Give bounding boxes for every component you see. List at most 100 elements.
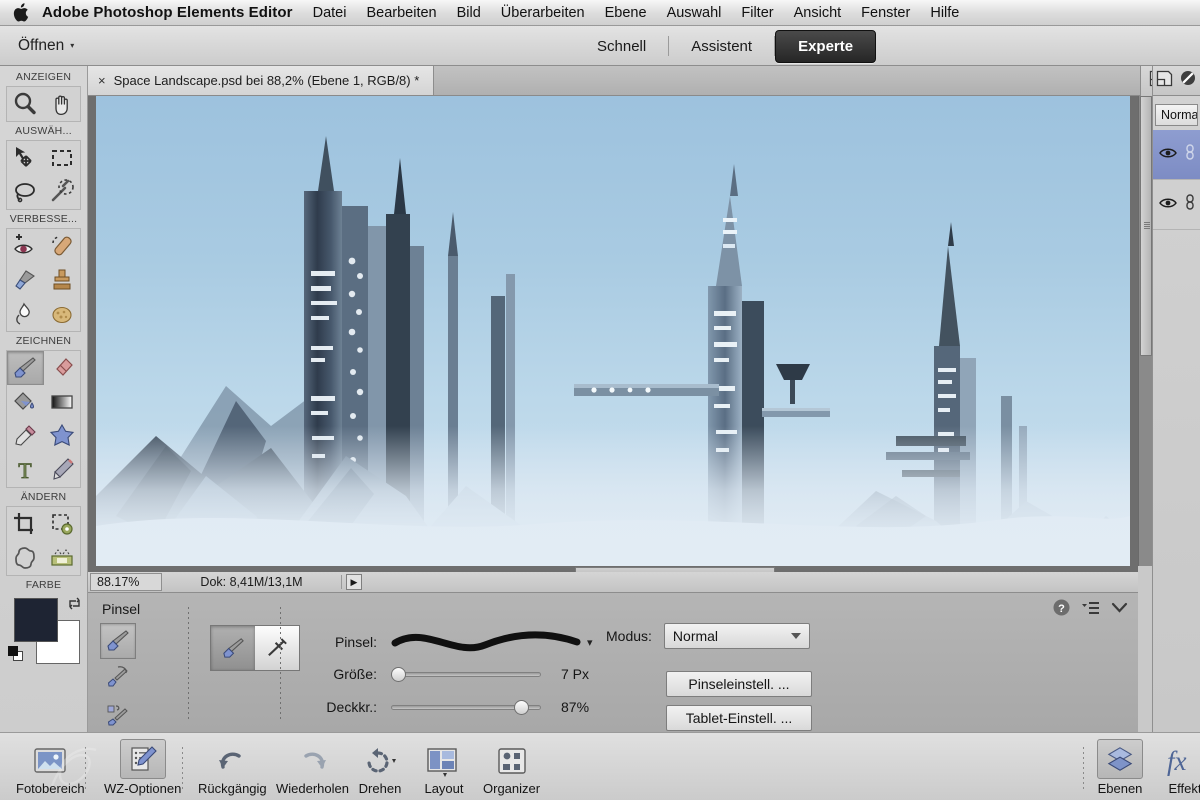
adjustment-layer-icon[interactable] — [1180, 70, 1197, 92]
brush-opacity-slider[interactable] — [391, 700, 541, 715]
effects-button[interactable]: fx Effekt — [1163, 739, 1200, 796]
brush-opacity-value: 87% — [561, 699, 590, 715]
layer-row[interactable] — [1153, 180, 1200, 230]
clone-stamp-tool[interactable] — [44, 263, 81, 297]
gradient-tool[interactable] — [44, 385, 81, 419]
smart-brush-tool[interactable] — [7, 263, 44, 297]
menu-item-ansicht[interactable]: Ansicht — [794, 5, 842, 21]
menu-item-bearbeiten[interactable]: Bearbeiten — [366, 5, 436, 21]
help-icon[interactable]: ? — [1053, 599, 1070, 621]
chevron-down-icon — [790, 633, 801, 639]
tab-assistent[interactable]: Assistent — [669, 31, 774, 62]
pencil-tool[interactable] — [44, 453, 81, 487]
layers-button[interactable]: Ebenen — [1097, 739, 1143, 796]
zoom-level-field[interactable]: 88.17% — [90, 573, 162, 591]
link-icon[interactable] — [1185, 143, 1195, 166]
brush-variants-group — [100, 623, 176, 733]
link-icon[interactable] — [1185, 193, 1195, 216]
chevron-down-icon[interactable] — [1111, 601, 1128, 619]
tool-options-label: WZ-Optionen — [104, 781, 182, 796]
organizer-button[interactable]: Organizer — [483, 739, 540, 796]
blend-mode-select[interactable]: Normal — [663, 623, 810, 649]
eraser-tool[interactable] — [44, 351, 81, 385]
brush-settings-button[interactable]: Pinseleinstell. ... — [666, 671, 812, 697]
magic-wand-tool[interactable] — [44, 175, 81, 209]
red-eye-tool[interactable] — [7, 229, 44, 263]
undo-button[interactable]: Rückgängig — [198, 739, 267, 796]
rotate-button[interactable]: Drehen — [358, 739, 402, 796]
photo-bin-button[interactable]: Fotobereich — [16, 739, 85, 796]
swap-colors-icon[interactable] — [67, 596, 82, 614]
brush-mode[interactable] — [211, 626, 255, 670]
reset-colors-icon[interactable] — [7, 646, 24, 662]
blur-tool[interactable] — [7, 297, 44, 331]
custom-shape-tool[interactable] — [44, 419, 81, 453]
slider-knob[interactable] — [391, 667, 406, 682]
color-replacement-brush-variant[interactable] — [100, 697, 136, 733]
open-button[interactable]: Öffnen ▾ — [18, 37, 74, 55]
mode-bar: Öffnen ▾ Schnell Assistent Experte — [0, 26, 1200, 66]
spot-healing-tool[interactable] — [44, 229, 81, 263]
artboard[interactable] — [96, 96, 1130, 566]
vertical-scrollbar-thumb[interactable] — [1140, 96, 1152, 356]
new-layer-icon[interactable] — [1156, 70, 1173, 92]
paint-bucket-icon — [12, 389, 38, 415]
rectangular-marquee-tool[interactable] — [44, 141, 81, 175]
eyedropper-tool[interactable] — [7, 419, 44, 453]
brush-preset-preview[interactable] — [391, 629, 581, 655]
menu-item-ueberarbeiten[interactable]: Überarbeiten — [501, 5, 585, 21]
vertical-scrollbar[interactable] — [1138, 96, 1152, 566]
tool-group-auswaehlen — [6, 140, 81, 210]
layout-button[interactable]: Layout — [423, 739, 465, 796]
cookie-cutter-tool[interactable] — [7, 541, 44, 575]
airbrush-mode[interactable] — [255, 626, 299, 670]
foreground-color-swatch[interactable] — [13, 598, 58, 642]
layer-row[interactable] — [1153, 130, 1200, 180]
recompose-tool[interactable] — [44, 507, 81, 541]
menu-item-auswahl[interactable]: Auswahl — [667, 5, 722, 21]
redo-button[interactable]: Wiederholen — [276, 739, 349, 796]
rotate-label: Drehen — [358, 781, 402, 796]
document-tab[interactable]: × Space Landscape.psd bei 88,2% (Ebene 1… — [88, 66, 435, 95]
tool-options-button[interactable]: WZ-Optionen — [104, 739, 181, 796]
brush-size-slider[interactable] — [391, 667, 541, 682]
menu-item-fenster[interactable]: Fenster — [861, 5, 910, 21]
layer-blend-mode-select[interactable]: Normal — [1155, 104, 1198, 126]
app-title: Adobe Photoshop Elements Editor — [42, 4, 293, 21]
zoom-tool[interactable] — [7, 87, 44, 121]
paint-bucket-tool[interactable] — [7, 385, 44, 419]
sponge-tool[interactable] — [44, 297, 81, 331]
document-size-info: Dok: 8,41M/13,1M — [162, 575, 342, 589]
eye-icon[interactable] — [1159, 196, 1177, 214]
tablet-settings-button[interactable]: Tablet-Einstell. ... — [666, 705, 812, 731]
menu-item-hilfe[interactable]: Hilfe — [930, 5, 959, 21]
bottom-task-bar: Fotobereich WZ-Optionen Rückgängig Wiede… — [0, 732, 1200, 800]
tool-options-icon — [119, 739, 166, 779]
layers-panel: Normal — [1152, 66, 1200, 732]
tab-schnell[interactable]: Schnell — [575, 31, 668, 62]
move-tool[interactable] — [7, 141, 44, 175]
canvas-area[interactable] — [88, 96, 1138, 566]
menu-item-ebene[interactable]: Ebene — [605, 5, 647, 21]
brush-variant[interactable] — [100, 623, 136, 659]
type-tool[interactable]: T — [7, 453, 44, 487]
menu-item-datei[interactable]: Datei — [313, 5, 347, 21]
eye-icon[interactable] — [1159, 146, 1177, 164]
magnifier-icon — [12, 91, 38, 117]
status-menu-arrow-icon[interactable]: ▶ — [346, 574, 362, 590]
apple-logo-icon[interactable] — [10, 2, 30, 24]
impressionist-brush-variant[interactable] — [100, 659, 136, 695]
healing-bandage-icon — [49, 233, 75, 259]
slider-knob[interactable] — [514, 700, 529, 715]
chevron-down-icon[interactable]: ▾ — [587, 636, 593, 649]
menu-item-bild[interactable]: Bild — [457, 5, 481, 21]
close-icon[interactable]: × — [98, 74, 106, 87]
straighten-tool[interactable] — [44, 541, 81, 575]
brush-tool[interactable] — [7, 351, 44, 385]
panel-menu-icon[interactable] — [1081, 601, 1100, 620]
lasso-tool[interactable] — [7, 175, 44, 209]
menu-item-filter[interactable]: Filter — [741, 5, 773, 21]
hand-tool[interactable] — [44, 87, 81, 121]
crop-tool[interactable] — [7, 507, 44, 541]
tab-experte[interactable]: Experte — [775, 29, 877, 63]
